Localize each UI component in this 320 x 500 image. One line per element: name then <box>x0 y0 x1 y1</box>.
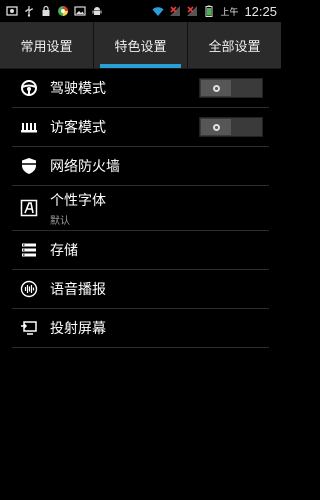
android-icon <box>91 5 103 17</box>
voice-broadcast-icon <box>18 278 40 300</box>
usb-icon <box>23 5 35 17</box>
no-signal-icon <box>186 5 198 17</box>
status-ampm: 上午 <box>220 7 239 18</box>
guest-mode-toggle[interactable] <box>199 117 263 137</box>
toggle-knob <box>201 119 231 135</box>
tab-common-settings[interactable]: 常用设置 <box>0 22 93 68</box>
setting-label: 驾驶模式 <box>50 81 106 97</box>
toggle-knob <box>201 80 231 96</box>
tab-all-settings[interactable]: 全部设置 <box>187 22 281 68</box>
driving-mode-toggle[interactable] <box>199 78 263 98</box>
tab-featured-settings[interactable]: 特色设置 <box>93 22 187 68</box>
storage-icon <box>18 239 40 261</box>
setting-label: 访客模式 <box>50 120 106 136</box>
settings-tabs: 常用设置 特色设置 全部设置 <box>0 22 281 69</box>
setting-network-firewall[interactable]: 网络防火墙 <box>12 147 269 186</box>
setting-label: 语音播报 <box>50 282 106 298</box>
app-icon <box>57 5 69 17</box>
setting-custom-font[interactable]: 个性字体 默认 <box>12 186 269 231</box>
status-time: 12:25 <box>244 3 277 19</box>
cast-screen-icon <box>18 317 40 339</box>
battery-icon <box>203 5 215 17</box>
setting-cast-screen[interactable]: 投射屏幕 <box>12 309 269 348</box>
setting-guest-mode[interactable]: 访客模式 <box>12 108 269 147</box>
image-icon <box>74 5 86 17</box>
settings-list: 驾驶模式 访客模式 网络防火墙 个性字体 默认 存储 语音播报 投射屏幕 <box>0 69 281 348</box>
status-bar: 上午 12:25 <box>0 0 281 22</box>
setting-label: 投射屏幕 <box>50 321 106 337</box>
setting-label: 个性字体 <box>50 192 106 209</box>
setting-sub-value: 默认 <box>50 215 70 227</box>
photo-icon <box>6 5 18 17</box>
firewall-shield-icon <box>18 155 40 177</box>
setting-label: 存储 <box>50 243 78 259</box>
setting-label: 网络防火墙 <box>50 159 120 175</box>
setting-driving-mode[interactable]: 驾驶模式 <box>12 69 269 108</box>
steering-wheel-icon <box>18 77 40 99</box>
font-icon <box>18 197 40 219</box>
lock-icon <box>40 5 52 17</box>
setting-voice-broadcast[interactable]: 语音播报 <box>12 270 269 309</box>
no-signal-icon <box>169 5 181 17</box>
wifi-icon <box>152 5 164 17</box>
setting-storage[interactable]: 存储 <box>12 231 269 270</box>
guest-mode-icon <box>18 116 40 138</box>
